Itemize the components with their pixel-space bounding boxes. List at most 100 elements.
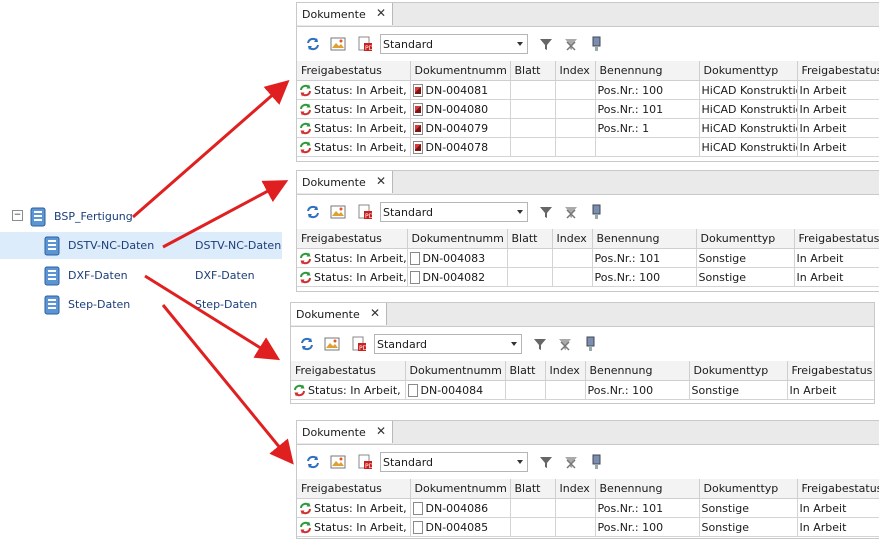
image-icon[interactable] xyxy=(330,204,346,220)
column-header[interactable]: Dokumentnumm xyxy=(410,479,511,499)
pdf-icon[interactable]: PDF xyxy=(351,336,371,352)
tab-dokumente[interactable]: Dokumente ✕ xyxy=(297,421,393,443)
view-select[interactable]: Standard xyxy=(380,452,528,472)
table-cell xyxy=(507,267,553,287)
column-header[interactable]: Freigabestatus xyxy=(797,61,879,81)
tab-dokumente[interactable]: Dokumente ✕ xyxy=(291,303,387,325)
pdf-icon[interactable]: PDF xyxy=(357,204,377,220)
sync-icon[interactable] xyxy=(305,454,321,470)
clear-filter-icon[interactable] xyxy=(563,454,579,470)
column-header[interactable]: Benennung xyxy=(592,229,697,249)
image-icon[interactable] xyxy=(330,454,346,470)
table-cell: DN-004085 xyxy=(410,517,511,537)
tree-expand-toggle[interactable]: − xyxy=(12,210,23,221)
table-row[interactable]: Status: In Arbeit, DN-004079 Pos.Nr.: 1 HiC… xyxy=(297,118,879,138)
toolbar: PDF Standard xyxy=(297,195,879,229)
table-cell: HiCAD Konstruktio xyxy=(699,137,798,157)
column-header[interactable]: Index xyxy=(545,361,586,381)
column-header[interactable]: Freigabestatus xyxy=(297,479,411,499)
column-header[interactable]: Freigabestatus xyxy=(291,361,406,381)
usb-icon[interactable] xyxy=(589,204,605,220)
tree-node-step[interactable]: Step-Daten Step-Daten xyxy=(44,291,282,318)
svg-text:PDF: PDF xyxy=(359,345,367,352)
column-header[interactable]: Benennung xyxy=(585,361,690,381)
clear-filter-icon[interactable] xyxy=(557,336,573,352)
filter-icon[interactable] xyxy=(532,336,548,352)
pdf-icon[interactable]: PDF xyxy=(357,454,377,470)
column-header[interactable]: Blatt xyxy=(510,61,556,81)
column-header[interactable]: Index xyxy=(555,61,596,81)
toolbar: PDF Standard xyxy=(291,327,874,361)
table-row[interactable]: Status: In Arbeit, DN-004086 Pos.Nr.: 101 S… xyxy=(297,498,879,518)
tab-bar: Dokumente ✕ xyxy=(297,3,879,27)
tree-node-root[interactable]: BSP_Fertigung xyxy=(30,203,133,230)
hicad-document-icon xyxy=(412,121,423,135)
column-header[interactable]: Dokumenttyp xyxy=(699,61,798,81)
sync-icon[interactable] xyxy=(305,204,321,220)
close-icon[interactable]: ✕ xyxy=(370,306,380,320)
table-row[interactable]: Status: In Arbeit, DN-004078 HiCAD Konstru… xyxy=(297,137,879,157)
usb-icon[interactable] xyxy=(589,454,605,470)
hicad-document-icon xyxy=(412,102,423,116)
column-header[interactable]: Index xyxy=(555,479,596,499)
column-header[interactable]: Dokumenttyp xyxy=(699,479,798,499)
close-icon[interactable]: ✕ xyxy=(376,6,386,20)
tab-dokumente[interactable]: Dokumente ✕ xyxy=(297,3,393,25)
chevron-down-icon[interactable] xyxy=(517,210,523,214)
filter-icon[interactable] xyxy=(538,36,554,52)
table-row[interactable]: Status: In Arbeit, DN-004081 Pos.Nr.: 100 H… xyxy=(297,80,879,100)
close-icon[interactable]: ✕ xyxy=(376,174,386,188)
table-row[interactable]: Status: In Arbeit, DN-004083 Pos.Nr.: 101 S… xyxy=(297,248,879,268)
usb-icon[interactable] xyxy=(583,336,599,352)
sync-icon[interactable] xyxy=(299,336,315,352)
tree-node-dxf[interactable]: DXF-Daten DXF-Daten xyxy=(44,262,282,289)
close-icon[interactable]: ✕ xyxy=(376,424,386,438)
column-header[interactable]: Freigabestatus xyxy=(794,229,879,249)
tree-node-dstv[interactable]: DSTV-NC-Daten DSTV-NC-Daten xyxy=(0,232,282,259)
filter-icon[interactable] xyxy=(538,454,554,470)
chevron-down-icon[interactable] xyxy=(511,342,517,346)
view-select[interactable]: Standard xyxy=(380,202,528,222)
column-header[interactable]: Dokumenttyp xyxy=(696,229,795,249)
filter-icon[interactable] xyxy=(538,204,554,220)
view-select[interactable]: Standard xyxy=(374,334,522,354)
documents-panel: Dokumente✕PDFStandardFreigabestatusDokum… xyxy=(296,170,879,292)
table-row[interactable]: Status: In Arbeit, DN-004085 Pos.Nr.: 100 S… xyxy=(297,517,879,537)
column-header[interactable]: Freigabestatus xyxy=(297,229,408,249)
tab-dokumente[interactable]: Dokumente ✕ xyxy=(297,171,393,193)
usb-icon[interactable] xyxy=(589,36,605,52)
documents-table: Freigabestatus Dokumentnumm Blatt Index Bene… xyxy=(297,61,879,157)
image-icon[interactable] xyxy=(324,336,340,352)
column-header[interactable]: Blatt xyxy=(505,361,546,381)
table-cell: In Arbeit xyxy=(797,99,879,119)
clear-filter-icon[interactable] xyxy=(563,36,579,52)
clear-filter-icon[interactable] xyxy=(563,204,579,220)
sync-icon[interactable] xyxy=(305,36,321,52)
image-icon[interactable] xyxy=(330,36,346,52)
table-cell xyxy=(555,118,596,138)
chevron-down-icon[interactable] xyxy=(517,42,523,46)
chevron-down-icon[interactable] xyxy=(517,460,523,464)
column-header[interactable]: Freigabestatus xyxy=(297,61,411,81)
column-header[interactable]: Index xyxy=(552,229,593,249)
column-header[interactable]: Dokumenttyp xyxy=(689,361,788,381)
pdf-icon[interactable]: PDF xyxy=(357,36,377,52)
table-cell: Status: In Arbeit, xyxy=(297,99,411,119)
tab-bar: Dokumente ✕ xyxy=(297,171,879,195)
table-row[interactable]: Status: In Arbeit, DN-004082 Pos.Nr.: 100 S… xyxy=(297,267,879,287)
column-header[interactable]: Dokumentnumm xyxy=(410,61,511,81)
table-cell: HiCAD Konstruktio xyxy=(699,118,798,138)
view-select[interactable]: Standard xyxy=(380,34,528,54)
table-row[interactable]: Status: In Arbeit, DN-004080 Pos.Nr.: 101 H… xyxy=(297,99,879,119)
table-cell: Sonstige xyxy=(699,498,798,518)
column-header[interactable]: Freigabestatus xyxy=(797,479,879,499)
table-row[interactable]: Status: In Arbeit, DN-004084 Pos.Nr.: 100 S… xyxy=(291,380,874,400)
column-header[interactable]: Blatt xyxy=(510,479,556,499)
column-header[interactable]: Dokumentnumm xyxy=(405,361,506,381)
column-header[interactable]: Benennung xyxy=(595,61,700,81)
column-header[interactable]: Benennung xyxy=(595,479,700,499)
column-header[interactable]: Freigabestatus xyxy=(787,361,874,381)
column-header[interactable]: Dokumentnumm xyxy=(407,229,508,249)
table-cell: In Arbeit xyxy=(794,267,879,287)
column-header[interactable]: Blatt xyxy=(507,229,553,249)
